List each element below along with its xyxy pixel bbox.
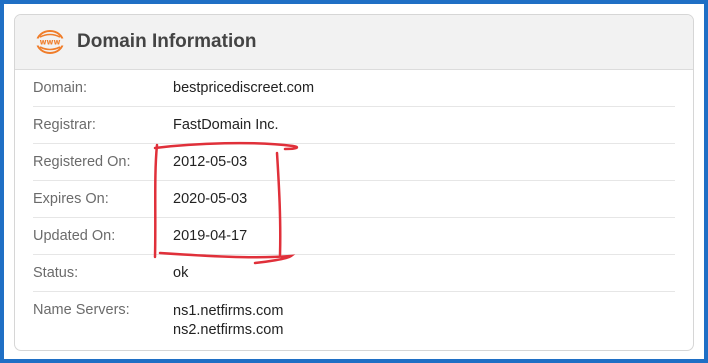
status-label: Status:: [33, 265, 79, 281]
name-servers-label: Name Servers:: [33, 302, 130, 318]
expires-on-value: 2020-05-03: [173, 191, 248, 207]
registrar-label: Registrar:: [33, 117, 96, 133]
www-icon-text: www: [40, 38, 61, 47]
domain-info-card: www Domain Information Domain: bestprice…: [14, 14, 694, 351]
row-registered-on: Registered On: 2012-05-03: [33, 144, 675, 181]
status-value: ok: [173, 265, 189, 281]
name-server-1: ns1.netfirms.com: [173, 303, 284, 319]
page-frame: www Domain Information Domain: bestprice…: [4, 4, 704, 359]
row-domain: Domain: bestpricediscreet.com: [33, 70, 675, 107]
card-title: Domain Information: [77, 31, 257, 52]
row-name-servers: Name Servers: ns1.netfirms.com ns2.netfi…: [33, 292, 675, 340]
row-registrar: Registrar: FastDomain Inc.: [33, 107, 675, 144]
updated-on-value: 2019-04-17: [173, 228, 248, 244]
domain-label: Domain:: [33, 80, 87, 96]
registrar-value: FastDomain Inc.: [173, 117, 279, 133]
name-server-2: ns2.netfirms.com: [173, 322, 284, 338]
name-servers-value: ns1.netfirms.com ns2.netfirms.com: [173, 302, 283, 340]
info-rows: Domain: bestpricediscreet.com Registrar:…: [15, 70, 693, 340]
registered-on-value: 2012-05-03: [173, 154, 248, 170]
updated-on-label: Updated On:: [33, 228, 116, 244]
registered-on-label: Registered On:: [33, 154, 131, 170]
domain-value: bestpricediscreet.com: [173, 80, 315, 96]
row-updated-on: Updated On: 2019-04-17: [33, 218, 675, 255]
www-globe-icon: www: [35, 27, 65, 57]
row-status: Status: ok: [33, 255, 675, 292]
card-header: www Domain Information: [15, 15, 693, 70]
expires-on-label: Expires On:: [33, 191, 109, 207]
row-expires-on: Expires On: 2020-05-03: [33, 181, 675, 218]
